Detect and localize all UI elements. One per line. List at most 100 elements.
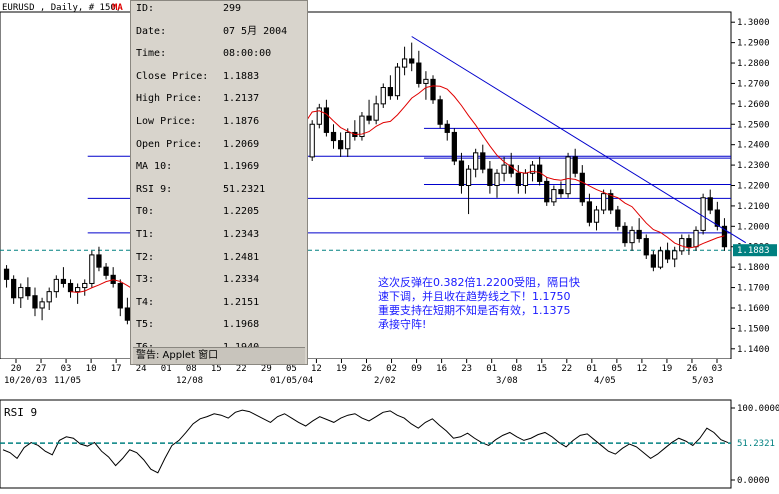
candle-body [615, 209, 621, 227]
info-panel[interactable]: ID: 299 Date: 07 5月 2004 Time: 08:00:00 Close … [130, 0, 308, 365]
candle-body [629, 229, 635, 244]
candle-body [89, 254, 95, 284]
candle-body [643, 238, 649, 256]
info-value: 1.1883 [223, 70, 260, 82]
x-day-label: 01 [161, 364, 172, 374]
x-day-label: 09 [411, 364, 422, 374]
x-day-label: 03 [61, 364, 72, 374]
candle-body [501, 164, 507, 174]
candle-body [551, 189, 557, 203]
rsi-label: RSI 9 [4, 406, 37, 419]
chart-root: 1.3000 1.2900 1.2800 1.2700 1.2600 1.2500 1.24… [0, 0, 779, 490]
info-label: Date: [136, 25, 167, 37]
info-row: T3: 1.2334 [136, 273, 306, 287]
candle-body [522, 172, 529, 187]
annotation-line: 这次反弹在0.382倍1.2200受阻，隔日快 [378, 276, 580, 289]
candle-body [586, 201, 593, 223]
annotation-line: 速下调，并且收在趋势线之下！1.1750 [378, 290, 571, 303]
x-day-label: 20 [11, 364, 22, 374]
x-day-label: 12 [636, 364, 647, 374]
info-value: 1.2205 [223, 206, 260, 218]
x-day-label: 23 [461, 364, 472, 374]
candle-body [465, 168, 472, 187]
info-label: T2: [136, 251, 155, 263]
y-tick-label: 1.2700 [737, 79, 770, 89]
candle-body [672, 250, 678, 260]
candle-body [700, 197, 706, 231]
candle-body [373, 103, 379, 121]
x-day-label: 01 [586, 364, 597, 374]
current-price-label: 1.1883 [737, 246, 770, 256]
info-row: ID: 299 [136, 2, 306, 16]
info-value: 1.2137 [223, 93, 260, 105]
candle-body [75, 287, 81, 293]
candle-body [394, 66, 401, 97]
chart-svg: 1.3000 1.2900 1.2800 1.2700 1.2600 1.2500 1.24… [0, 0, 779, 490]
candle-body [565, 156, 571, 195]
x-day-label: 12 [311, 364, 322, 374]
x-day-label: 08 [186, 364, 197, 374]
candle-body [430, 78, 436, 101]
info-row: Time: 08:00:00 [136, 47, 306, 61]
rsi-y-tick-label: 100.0000 [737, 404, 779, 414]
info-label: Low Price: [136, 116, 197, 127]
y-tick-label: 1.2500 [737, 120, 770, 130]
candle-body [11, 278, 17, 299]
y-tick-label: 1.2100 [737, 202, 770, 212]
info-row: T4: 1.2151 [136, 296, 306, 310]
candle-body [323, 107, 330, 133]
x-day-label: 15 [211, 364, 222, 374]
x-day-label: 03 [712, 364, 723, 374]
x-day-label: 05 [286, 364, 297, 374]
info-value: 51.2321 [223, 183, 266, 195]
info-label: ID: [136, 3, 155, 14]
info-value: 299 [223, 3, 242, 14]
info-row: Close Price: 1.1883 [136, 70, 306, 84]
info-row: Open Price: 1.2069 [136, 138, 306, 152]
x-day-label: 26 [361, 364, 372, 374]
x-day-label: 26 [687, 364, 698, 374]
candle-body [53, 278, 59, 293]
candle-body [579, 172, 585, 203]
candle-body [487, 168, 493, 187]
info-label: Open Price: [136, 138, 203, 150]
candle-body [39, 301, 45, 309]
chart-annotation: 这次反弹在0.382倍1.2200受阻，隔日快 速下调，并且收在趋势线之下！1.… [378, 276, 708, 332]
candle-body [572, 156, 578, 174]
candle-body [401, 58, 408, 68]
applet-warning-bar: 警告: Applet 窗口 [133, 347, 305, 364]
candle-body [345, 131, 351, 150]
x-month-label: 3/08 [496, 376, 518, 386]
y-tick-label: 1.1700 [737, 284, 770, 294]
x-month-label: 01/05/04 [270, 376, 313, 386]
candle-body [558, 189, 564, 195]
rsi-pane[interactable] [0, 399, 732, 489]
candle-body [423, 78, 429, 84]
x-day-label: 27 [36, 364, 47, 374]
candle-body [515, 172, 521, 187]
candle-body [593, 209, 600, 223]
y-tick-label: 1.2300 [737, 161, 770, 171]
candle-body [337, 140, 344, 150]
candle-body [25, 287, 31, 297]
candle-body [600, 193, 607, 211]
info-label: T4: [136, 296, 155, 308]
info-row: T0: 1.2205 [136, 205, 306, 219]
y-tick-label: 1.2800 [737, 59, 770, 69]
info-row: Low Price: 1.1876 [136, 115, 306, 129]
candle-body [60, 278, 67, 284]
candle-body [387, 87, 394, 97]
info-label: RSI 9: [136, 183, 173, 195]
candle-body [473, 152, 479, 170]
candle-body [650, 254, 656, 268]
candle-body [32, 295, 38, 309]
candle-body [366, 115, 372, 121]
x-day-label: 22 [236, 364, 247, 374]
y-tick-label: 1.1400 [737, 345, 770, 355]
candle-body [3, 268, 10, 280]
chart-title: EURUSD , Daily, # 150, [2, 3, 121, 13]
info-value: 08:00:00 [223, 48, 272, 60]
y-tick-label: 1.3000 [737, 18, 770, 28]
info-value: 1.1876 [223, 116, 260, 127]
x-day-label: 17 [111, 364, 122, 374]
